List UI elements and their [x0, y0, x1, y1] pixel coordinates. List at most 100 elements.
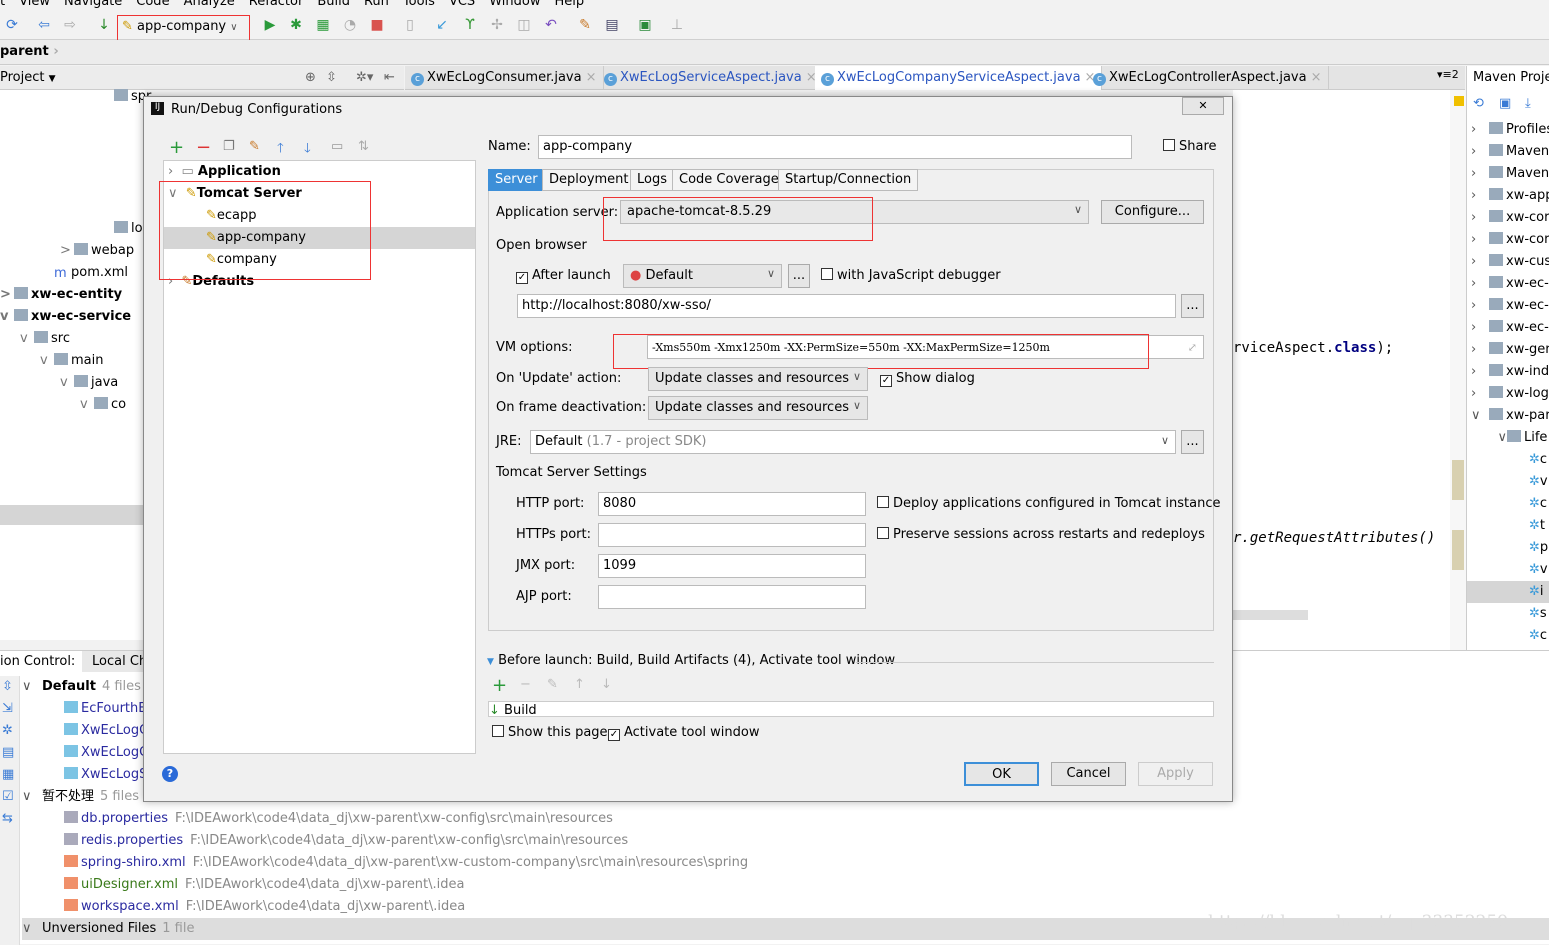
changed-file[interactable]: EcFourthB — [64, 698, 147, 720]
js-debugger-checkbox[interactable]: with JavaScript debugger — [821, 268, 1001, 283]
changed-file[interactable]: XwEcLogC — [64, 720, 148, 742]
gear-icon[interactable]: ✲▾ — [356, 70, 373, 85]
lifecycle-goal[interactable]: ✲v — [1467, 559, 1549, 581]
tab-list-button[interactable]: ▾≡2 — [1437, 68, 1459, 81]
expand-arrow-icon[interactable]: v — [40, 350, 54, 372]
editor-tab[interactable]: c XwEcLogConsumer.java × — [405, 66, 604, 90]
activate-tool-window-checkbox[interactable]: ✓ Activate tool window — [608, 725, 759, 741]
apply-button[interactable]: Apply — [1138, 762, 1213, 786]
menu-item[interactable]: VCS — [449, 0, 475, 9]
show-page-checkbox[interactable]: Show this page — [492, 725, 608, 740]
project-view-selector[interactable]: Project — [0, 70, 44, 85]
lifecycle-goal[interactable]: ✲t — [1467, 515, 1549, 537]
build-icon[interactable]: ↓ — [96, 17, 112, 33]
run-config-selector[interactable]: ✎ app-company ∨ — [117, 15, 250, 42]
collapse-all-icon[interactable]: ⇲ — [2, 701, 13, 716]
move-up-task-icon[interactable]: ↑ — [574, 677, 585, 692]
maven-item[interactable]: › Profiles — [1471, 119, 1549, 141]
tab-code-coverage[interactable]: Code Coverage — [672, 169, 786, 191]
jre-browse-button[interactable]: ... — [1181, 430, 1204, 454]
tab-server[interactable]: Server — [488, 169, 545, 191]
maven-item[interactable]: › xw-ec- — [1471, 273, 1549, 295]
checklist-icon[interactable]: ☑ — [2, 789, 14, 804]
code-editor[interactable]: rviceAspect.class); r.getRequestAttribut… — [1233, 90, 1453, 650]
changelist[interactable]: ∨ Default 4 files — [22, 676, 141, 698]
ok-button[interactable]: OK — [964, 762, 1039, 786]
show-dialog-checkbox[interactable]: ✓ Show dialog — [880, 371, 975, 387]
debug-icon[interactable]: ✱ — [288, 17, 304, 33]
expand-arrow-icon[interactable]: > — [60, 240, 74, 262]
add-icon[interactable]: + — [169, 137, 184, 158]
expand-arrow-icon[interactable]: v — [60, 372, 74, 394]
download-icon[interactable]: ⤓ — [1525, 96, 1531, 111]
maven-item[interactable]: › xw-cor — [1471, 207, 1549, 229]
cancel-button[interactable]: Cancel — [1051, 762, 1126, 786]
lifecycle-goal[interactable]: ✲c — [1467, 625, 1549, 647]
group-icon[interactable]: ▤ — [2, 745, 14, 760]
tab-startup-connection[interactable]: Startup/Connection — [778, 169, 919, 191]
sdk-icon[interactable]: ▣ — [637, 17, 653, 33]
breadcrumb[interactable]: parent › — [0, 40, 1549, 65]
maven-item[interactable]: › xw-ger — [1471, 339, 1549, 361]
generate-icon[interactable]: ▣ — [1499, 96, 1511, 111]
expand-all-icon[interactable]: ⇳ — [2, 679, 13, 694]
profile-icon[interactable]: ◔ — [342, 17, 358, 33]
url-input[interactable]: http://localhost:8080/xw-sso/ — [517, 294, 1176, 318]
shelve-icon[interactable]: ⇆ — [2, 811, 13, 826]
changed-file[interactable]: workspace.xml F:\IDEAwork\code4\data_dj\x… — [64, 896, 465, 918]
remove-task-icon[interactable]: − — [520, 677, 531, 692]
editor-tab[interactable]: c XwEcLogCompanyServiceAspect.java × — [815, 66, 1103, 90]
maven-item[interactable]: › xw-ec- — [1471, 317, 1549, 339]
run-icon[interactable]: ▶ — [262, 17, 278, 33]
edit-defaults-icon[interactable]: ✎ — [249, 139, 260, 154]
error-stripe[interactable] — [1450, 90, 1466, 650]
changed-file[interactable]: spring-shiro.xml F:\IDEAwork\code4\data_d… — [64, 852, 748, 874]
menu-item[interactable]: Navigate — [64, 0, 122, 9]
revert-icon[interactable]: ↶ — [543, 17, 559, 33]
vcs-tab[interactable]: ion Control: — [0, 654, 75, 669]
edit-task-icon[interactable]: ✎ — [547, 677, 558, 692]
compare-icon[interactable]: ✢ — [489, 17, 505, 33]
maven-item[interactable]: › xw-ec- — [1471, 295, 1549, 317]
changed-file[interactable]: uiDesigner.xml F:\IDEAwork\code4\data_dj\… — [64, 874, 465, 896]
hide-icon[interactable]: ⇤ — [384, 70, 395, 85]
coverage-icon[interactable]: ▦ — [315, 17, 331, 33]
close-button[interactable]: ✕ — [1182, 97, 1224, 115]
menu-item[interactable]: Code — [136, 0, 169, 9]
horizontal-scrollbar[interactable] — [1233, 610, 1308, 620]
https-port-input[interactable] — [598, 523, 866, 547]
breadcrumb-item[interactable]: parent — [0, 44, 49, 59]
maven-item[interactable]: › Maven — [1471, 163, 1549, 185]
expand-arrow-icon[interactable]: v — [20, 328, 34, 350]
project-tree-item[interactable]: v xw-ec-service — [0, 306, 131, 328]
history-icon[interactable]: ◫ — [516, 17, 532, 33]
changed-file[interactable]: XwEcLogS — [64, 764, 147, 786]
lifecycle-goal[interactable]: ✲p — [1467, 537, 1549, 559]
share-checkbox[interactable]: Share — [1163, 139, 1217, 154]
editor-tab[interactable]: c XwEcLogControllerAspect.java × — [1087, 66, 1329, 90]
tab-deployment[interactable]: Deployment — [542, 169, 636, 191]
project-structure-icon[interactable]: ▤ — [604, 17, 620, 33]
menu-item[interactable]: Analyze — [184, 0, 235, 9]
vcs-update-icon[interactable]: ↙ — [434, 17, 450, 33]
folder-icon[interactable]: ▭ — [331, 139, 343, 154]
lifecycle-goal[interactable]: ✲v — [1467, 471, 1549, 493]
project-tree-item[interactable]: v src — [20, 328, 70, 350]
deploy-checkbox[interactable]: Deploy applications configured in Tomcat… — [877, 496, 1220, 511]
lifecycle-goal[interactable]: ✲c — [1467, 449, 1549, 471]
after-launch-checkbox[interactable]: ✓ After launch — [516, 268, 611, 284]
name-input[interactable]: app-company — [538, 135, 1132, 159]
add-task-icon[interactable]: + — [492, 675, 507, 696]
maven-item[interactable]: › xw-log — [1471, 383, 1549, 405]
remove-icon[interactable]: − — [196, 137, 211, 158]
menu-item[interactable]: t — [0, 0, 5, 9]
move-down-icon[interactable]: 🡓 — [304, 139, 311, 161]
lifecycle-goal[interactable]: ✲i — [1467, 581, 1549, 603]
changed-file[interactable]: XwEcLogC — [64, 742, 148, 764]
jre-select[interactable]: Default (1.7 - project SDK) ∨ — [530, 430, 1176, 454]
project-tree-item[interactable]: v java — [60, 372, 118, 394]
preserve-sessions-checkbox[interactable]: Preserve sessions across restarts and re… — [877, 527, 1205, 542]
back-icon[interactable]: ⇦ — [36, 17, 52, 33]
sync-icon[interactable]: ⟳ — [4, 17, 20, 33]
menu-item[interactable]: Help — [554, 0, 584, 9]
